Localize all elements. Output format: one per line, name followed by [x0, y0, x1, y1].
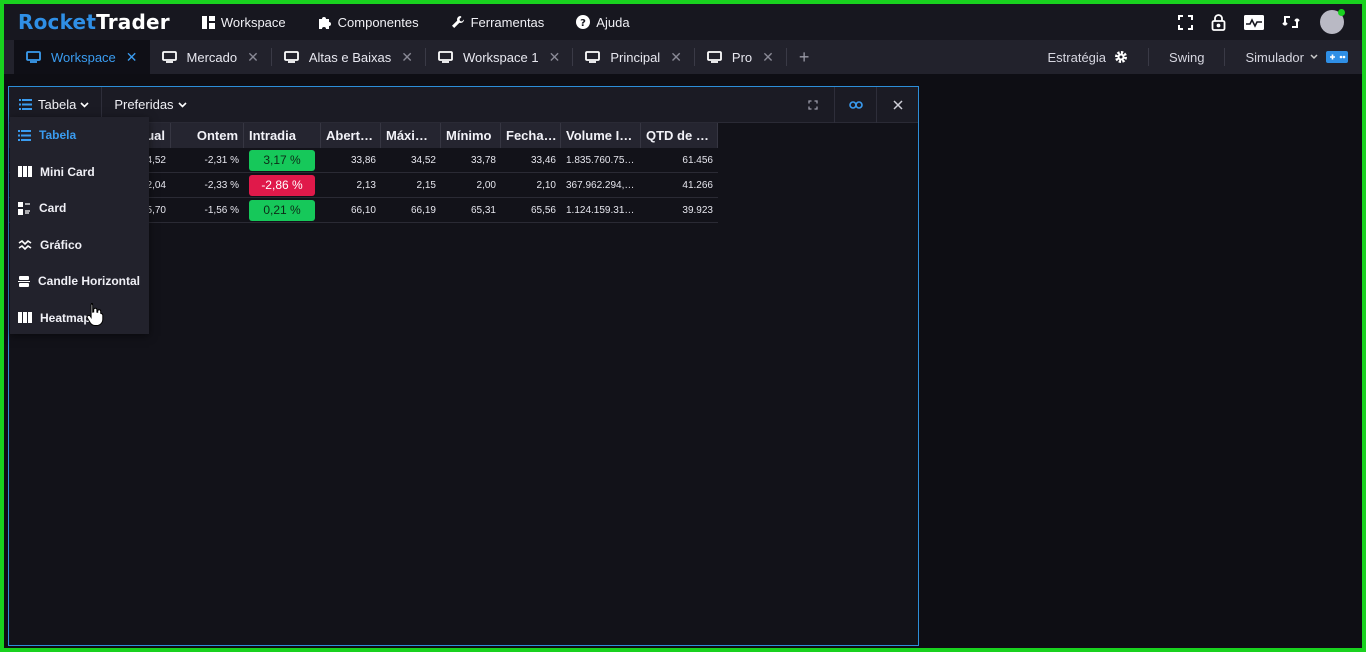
close-icon[interactable]: ✕ [247, 49, 259, 66]
menu-ferramentas[interactable]: Ferramentas [451, 15, 544, 30]
fullscreen-icon[interactable] [1178, 14, 1193, 30]
intradia-badge: -2,86 % [249, 174, 315, 196]
view-type-menu: Tabela Mini Card Card Gráfico Candle Hor… [10, 117, 149, 334]
app-logo[interactable]: RocketTrader [18, 10, 170, 34]
gear-icon [1115, 51, 1128, 63]
strategy-button[interactable]: Estratégia [1028, 50, 1149, 65]
candle-horizontal-icon [18, 275, 30, 287]
list-icon [18, 129, 31, 141]
menu-ajuda[interactable]: ? Ajuda [576, 15, 630, 30]
close-icon[interactable]: ✕ [401, 49, 413, 66]
monitor-icon [283, 51, 299, 63]
col-intradia[interactable]: Intradia [244, 123, 321, 148]
menu-item-candle-horizontal[interactable]: Candle Horizontal [10, 263, 149, 300]
menu-item-heatmap[interactable]: Heatmap [10, 300, 149, 337]
menu-item-grafico[interactable]: Gráfico [10, 227, 149, 264]
menu-item-card[interactable]: Card [10, 190, 149, 227]
help-icon: ? [576, 15, 591, 29]
sync-icon[interactable] [1282, 14, 1300, 30]
close-icon[interactable] [876, 87, 918, 123]
col-ontem[interactable]: Ontem [171, 123, 244, 148]
tab-right-controls: Estratégia Swing Simulador [1028, 40, 1355, 74]
chevron-down-icon [1310, 54, 1318, 60]
widget-controls [792, 87, 918, 123]
close-icon[interactable]: ✕ [549, 49, 561, 66]
intradia-badge: 3,17 % [249, 149, 315, 171]
add-tab-button[interactable]: + [799, 47, 810, 68]
menu-workspace[interactable]: Workspace [201, 15, 286, 30]
monitor-icon [707, 51, 722, 63]
tab-workspace[interactable]: Workspace ✕ [14, 40, 150, 74]
menu-componentes[interactable]: Componentes [318, 15, 419, 30]
col-minimo[interactable]: Mínimo [441, 123, 501, 148]
col-abertura[interactable]: Abert… [321, 123, 381, 148]
card-icon [18, 201, 30, 215]
close-icon[interactable]: ✕ [126, 49, 138, 66]
lock-icon[interactable] [1211, 13, 1226, 31]
top-right-tools [1160, 4, 1345, 40]
swing-button[interactable]: Swing [1149, 50, 1224, 65]
heatmap-icon [18, 312, 32, 324]
tab-principal[interactable]: Principal ✕ [573, 40, 694, 74]
svg-text:?: ? [580, 18, 586, 29]
top-bar: RocketTrader Workspace Componentes Ferra… [4, 4, 1362, 40]
tab-mercado[interactable]: Mercado ✕ [150, 40, 271, 74]
menu-item-mini-card[interactable]: Mini Card [10, 154, 149, 191]
avatar[interactable] [1320, 9, 1345, 34]
grid-icon [201, 15, 215, 29]
close-icon[interactable]: ✕ [670, 49, 682, 66]
col-qtd[interactable]: QTD de … [641, 123, 718, 148]
hand-cursor-icon [86, 303, 104, 326]
list-icon [19, 99, 32, 110]
tab-altas-baixas[interactable]: Altas e Baixas ✕ [272, 40, 425, 74]
columns-icon [18, 166, 32, 178]
col-volume[interactable]: Volume I… [561, 123, 641, 148]
intradia-badge: 0,21 % [249, 199, 315, 221]
menu-item-tabela[interactable]: Tabela [10, 117, 149, 154]
wave-chart-icon [18, 240, 32, 251]
monitor-icon [26, 51, 41, 63]
tab-workspace-1[interactable]: Workspace 1 ✕ [426, 40, 572, 74]
link-icon[interactable] [834, 87, 876, 123]
expand-icon[interactable] [792, 87, 834, 123]
monitor-icon [161, 51, 177, 63]
close-icon[interactable]: ✕ [762, 49, 774, 66]
wrench-icon [451, 16, 464, 28]
tab-pro[interactable]: Pro ✕ [695, 40, 786, 74]
simulator-dropdown[interactable]: Simulador [1225, 50, 1354, 65]
col-fechamento[interactable]: Fecha… [501, 123, 561, 148]
chevron-down-icon [80, 101, 89, 108]
activity-icon[interactable] [1244, 14, 1264, 30]
monitor-icon [438, 51, 453, 63]
main-menu: Workspace Componentes Ferramentas ? Ajud… [201, 15, 662, 30]
workspace-tabs: Workspace ✕ Mercado ✕ Altas e Baixas ✕ W… [4, 40, 1362, 74]
chevron-down-icon [177, 101, 187, 108]
puzzle-icon [318, 17, 331, 29]
monitor-icon [585, 51, 601, 63]
gamepad-icon [1326, 51, 1348, 63]
col-maxima[interactable]: Máxi… [381, 123, 441, 148]
